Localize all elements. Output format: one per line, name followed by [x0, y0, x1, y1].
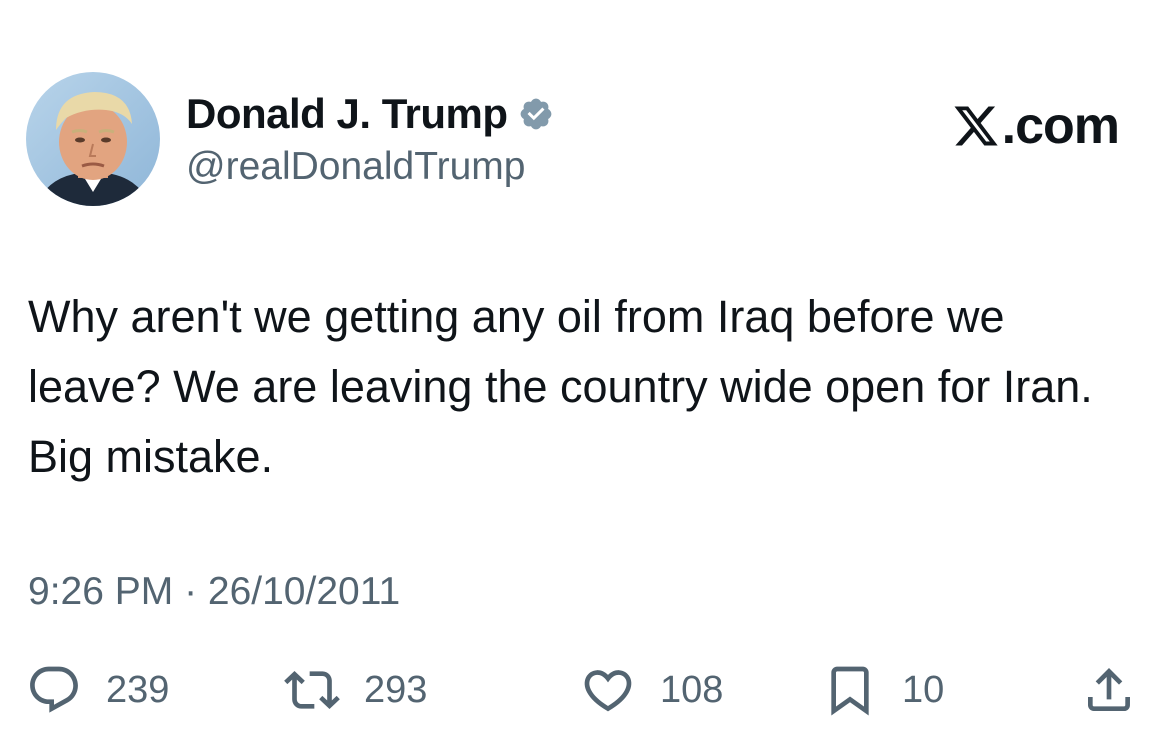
brand-label: .com — [1001, 97, 1120, 155]
user-handle[interactable]: @realDonaldTrump — [186, 144, 525, 190]
reply-icon — [30, 666, 78, 713]
tweet-timestamp[interactable]: 9:26 PM · 26/10/2011 — [28, 568, 400, 616]
x-logo-icon — [954, 106, 998, 146]
action-bar: 239 293 108 10 — [26, 660, 1141, 720]
retweet-count: 293 — [364, 668, 428, 711]
verified-badge-icon[interactable] — [518, 96, 554, 132]
avatar[interactable] — [26, 72, 160, 206]
reply-button[interactable]: 239 — [26, 660, 169, 720]
tweet-text: Why aren't we getting any oil from Iraq … — [28, 291, 1093, 482]
like-count: 108 — [660, 668, 724, 711]
retweet-icon — [284, 671, 340, 709]
heart-icon — [584, 670, 632, 712]
bookmark-count: 10 — [902, 668, 945, 711]
retweet-button[interactable]: 293 — [284, 660, 427, 720]
like-button[interactable]: 108 — [580, 660, 723, 720]
display-name-text: Donald J. Trump — [186, 90, 508, 137]
share-button[interactable] — [1081, 660, 1137, 720]
bookmark-icon — [831, 666, 869, 716]
brand-logo: .com — [952, 96, 1120, 156]
bookmark-button[interactable]: 10 — [822, 660, 944, 720]
reply-count: 239 — [106, 668, 170, 711]
display-name[interactable]: Donald J. Trump — [186, 90, 554, 138]
profile-photo — [26, 72, 160, 206]
share-icon — [1088, 668, 1130, 711]
